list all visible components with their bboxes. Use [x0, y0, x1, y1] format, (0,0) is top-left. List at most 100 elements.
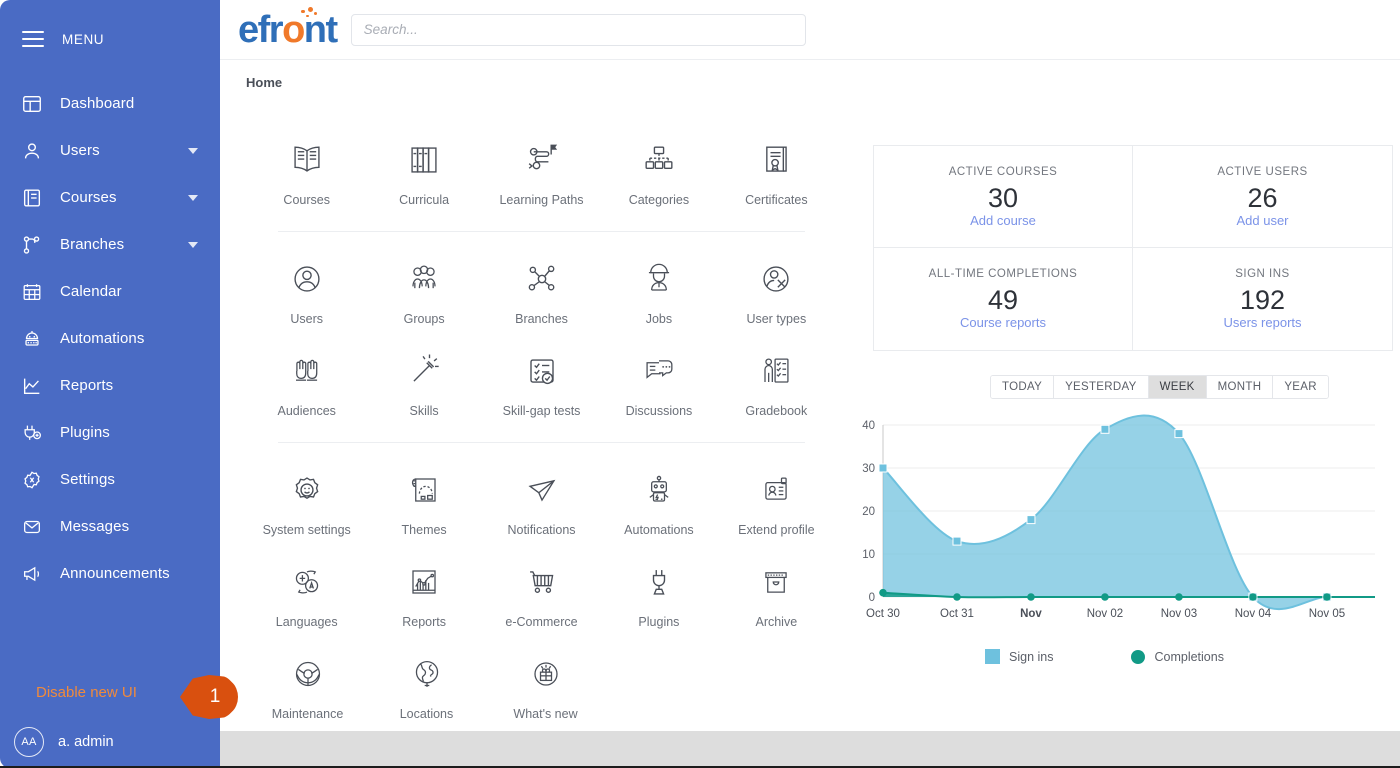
tile-user-types[interactable]: User types	[718, 242, 835, 334]
divider	[278, 442, 805, 443]
stat-value: 26	[1247, 182, 1278, 213]
sidebar-item-automations[interactable]: Automations	[0, 315, 220, 362]
tile-languages[interactable]: Languages	[248, 545, 365, 637]
sidebar-item-settings[interactable]: Settings	[0, 456, 220, 503]
stat-sign-ins[interactable]: SIGN INS 192 Users reports	[1133, 248, 1392, 350]
tile-plugins[interactable]: Plugins	[600, 545, 717, 637]
menu-toggle[interactable]: MENU	[0, 0, 220, 78]
calendar-icon	[20, 280, 44, 304]
tile-label: Categories	[628, 193, 690, 207]
tile-branches[interactable]: Branches	[483, 242, 600, 334]
tile-label: Discussions	[625, 404, 693, 418]
envelope-icon	[20, 515, 44, 539]
sidebar-item-label: Users	[60, 142, 100, 159]
tile-extend-profile[interactable]: Extend profile	[718, 453, 835, 545]
sidebar-item-dashboard[interactable]: Dashboard	[0, 80, 220, 127]
book-shelf-icon	[401, 137, 447, 183]
megaphone-icon	[20, 562, 44, 586]
tile-skills[interactable]: Skills	[365, 334, 482, 426]
tile-archive[interactable]: Archive	[718, 545, 835, 637]
svg-text:20: 20	[862, 506, 875, 518]
tile-system-settings[interactable]: System settings	[248, 453, 365, 545]
hamburger-icon[interactable]	[22, 31, 44, 47]
tile-gradebook[interactable]: Gradebook	[718, 334, 835, 426]
range-tab-today[interactable]: TODAY	[991, 376, 1055, 398]
tile-discussions[interactable]: Discussions	[600, 334, 717, 426]
tile-certificates[interactable]: Certificates	[718, 123, 835, 215]
tile-label: System settings	[262, 523, 351, 537]
range-tab-yesterday[interactable]: YESTERDAY	[1054, 376, 1149, 398]
tile-themes[interactable]: Themes	[365, 453, 482, 545]
chart-report-icon	[401, 559, 447, 605]
chevron-down-icon[interactable]	[188, 147, 198, 154]
chat-bubbles-icon	[636, 348, 682, 394]
tile-whats-new[interactable]: What's new	[486, 637, 605, 729]
tile-automations[interactable]: Automations	[600, 453, 717, 545]
user-icon	[20, 139, 44, 163]
stat-label: ALL-TIME COMPLETIONS	[928, 268, 1078, 280]
add-user-link[interactable]: Add user	[1236, 213, 1288, 228]
top-bar: efront	[220, 0, 1400, 60]
sidebar-item-calendar[interactable]: Calendar	[0, 268, 220, 315]
sidebar-item-label: Branches	[60, 236, 125, 253]
range-tab-week[interactable]: WEEK	[1148, 376, 1207, 398]
tile-courses[interactable]: Courses	[248, 123, 365, 215]
tile-curricula[interactable]: Curricula	[365, 123, 482, 215]
tile-locations[interactable]: Locations	[367, 637, 486, 729]
users-reports-link[interactable]: Users reports	[1223, 315, 1301, 330]
sidebar-item-label: Automations	[60, 330, 145, 347]
callout-number: 1	[209, 686, 221, 707]
sidebar-item-courses[interactable]: Courses	[0, 174, 220, 221]
tile-skill-gap-tests[interactable]: Skill-gap tests	[483, 334, 600, 426]
id-badge-icon	[753, 467, 799, 513]
stat-label: SIGN INS	[1235, 268, 1290, 280]
sidebar-item-label: Dashboard	[60, 95, 135, 112]
stat-all-time-completions[interactable]: ALL-TIME COMPLETIONS 49 Course reports	[874, 248, 1133, 350]
svg-text:Nov: Nov	[1020, 608, 1042, 620]
tile-learning-paths[interactable]: Learning Paths	[483, 123, 600, 215]
user-circle-icon	[284, 256, 330, 302]
chevron-down-icon[interactable]	[188, 194, 198, 201]
efront-logo[interactable]: efront	[238, 6, 351, 49]
tile-label: Branches	[515, 312, 568, 326]
svg-text:Nov 05: Nov 05	[1309, 608, 1345, 620]
sidebar-item-users[interactable]: Users	[0, 127, 220, 174]
raised-hands-icon	[284, 348, 330, 394]
tile-label: Notifications	[507, 523, 576, 537]
svg-text:Nov 03: Nov 03	[1161, 608, 1197, 620]
breadcrumb-home[interactable]: Home	[246, 75, 282, 90]
tile-ecommerce[interactable]: e-Commerce	[483, 545, 600, 637]
sidebar-item-plugins[interactable]: Plugins	[0, 409, 220, 456]
user-menu[interactable]: AA a. admin	[0, 716, 220, 766]
stat-active-users[interactable]: ACTIVE USERS 26 Add user	[1133, 146, 1392, 248]
legend-sign-ins: Sign ins	[985, 649, 1053, 664]
tile-reports[interactable]: Reports	[365, 545, 482, 637]
tile-notifications[interactable]: Notifications	[483, 453, 600, 545]
sidebar-item-branches[interactable]: Branches	[0, 221, 220, 268]
main-area: efront Home	[220, 0, 1400, 766]
tile-categories[interactable]: Categories	[600, 123, 717, 215]
dashboard-widgets: ACTIVE COURSES 30 Add course ACTIVE USER…	[835, 105, 1393, 729]
search-input[interactable]	[350, 13, 806, 46]
tile-jobs[interactable]: Jobs	[600, 242, 717, 334]
course-reports-link[interactable]: Course reports	[960, 315, 1046, 330]
sidebar-item-announcements[interactable]: Announcements	[0, 550, 220, 597]
sidebar-item-reports[interactable]: Reports	[0, 362, 220, 409]
tile-label: Learning Paths	[499, 193, 584, 207]
chevron-down-icon[interactable]	[188, 241, 198, 248]
stat-active-courses[interactable]: ACTIVE COURSES 30 Add course	[874, 146, 1133, 248]
stat-label: ACTIVE COURSES	[948, 165, 1058, 178]
add-course-link[interactable]: Add course	[970, 213, 1036, 228]
tile-audiences[interactable]: Audiences	[248, 334, 365, 426]
chart-legend: Sign ins Completions	[835, 649, 1375, 664]
svg-text:0: 0	[869, 592, 875, 604]
tile-groups[interactable]: Groups	[365, 242, 482, 334]
tile-users[interactable]: Users	[248, 242, 365, 334]
sidebar-item-messages[interactable]: Messages	[0, 503, 220, 550]
tile-maintenance[interactable]: Maintenance	[248, 637, 367, 729]
range-tab-month[interactable]: MONTH	[1206, 376, 1274, 398]
tile-label: Automations	[624, 523, 694, 537]
sidebar-item-label: Courses	[60, 189, 117, 206]
svg-text:40: 40	[862, 420, 875, 432]
range-tab-year[interactable]: YEAR	[1273, 376, 1328, 398]
